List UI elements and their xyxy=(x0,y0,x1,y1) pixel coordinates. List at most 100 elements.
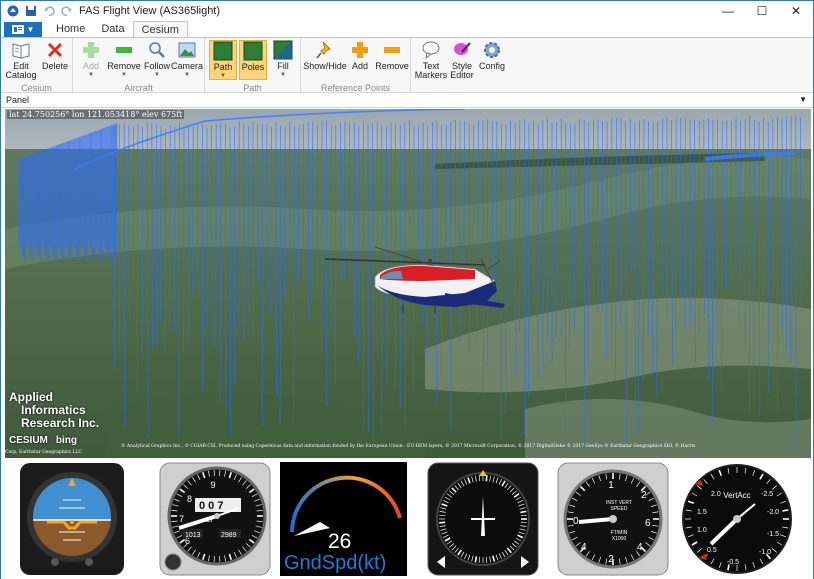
remove-aircraft-button[interactable]: Remove ▼ xyxy=(107,40,141,80)
instrument-panel: 9 8 7 6 0 0 7 ALT 1013 2989 26 GndSpd(kt… xyxy=(1,458,813,579)
ground-speed-label: GndSpd(kt) xyxy=(284,552,387,574)
poles-button[interactable]: Poles xyxy=(239,40,267,80)
group-cesium: Edit Catalog Delete Cesium xyxy=(1,38,73,94)
tab-cesium[interactable]: Cesium xyxy=(132,21,188,37)
svg-text:9: 9 xyxy=(210,480,215,490)
delete-button[interactable]: Delete xyxy=(39,40,71,80)
vsi-units-line-2: X1000 xyxy=(612,536,627,542)
group-label-reference-points: Reference Points xyxy=(320,83,391,93)
undo-icon[interactable] xyxy=(43,5,55,17)
brush-icon xyxy=(454,42,471,55)
remove-reference-button[interactable]: Remove xyxy=(375,40,409,80)
svg-text:2: 2 xyxy=(641,490,647,501)
close-button[interactable]: ✕ xyxy=(779,1,813,21)
gauge-tick xyxy=(520,510,527,514)
add-aircraft-label: Add xyxy=(82,61,99,71)
path-button[interactable]: Path ▼ xyxy=(209,40,237,80)
tab-home[interactable]: Home xyxy=(48,21,93,37)
follow-button[interactable]: Follow ▼ xyxy=(143,40,171,80)
gauge-tick xyxy=(485,475,488,482)
svg-text:-1.0: -1.0 xyxy=(759,549,771,556)
cesium-attribution[interactable]: CESIUM bing xyxy=(9,435,77,446)
fill-label: Fill xyxy=(277,61,289,71)
group-label-path: Path xyxy=(243,83,262,93)
chevron-down-icon: ▼ xyxy=(184,72,190,78)
config-button[interactable]: Config xyxy=(477,40,507,80)
edit-catalog-label-2: Catalog xyxy=(5,70,37,80)
tab-data[interactable]: Data xyxy=(93,21,132,37)
gauge-tick xyxy=(439,521,446,524)
delete-label: Delete xyxy=(41,61,68,71)
vertacc-label: VertAcc xyxy=(723,491,751,500)
altimeter-inhg: 2989 xyxy=(221,532,237,539)
style-editor-label-2: Editor xyxy=(450,70,474,80)
delete-icon xyxy=(47,42,63,58)
svg-text:8: 8 xyxy=(187,494,192,504)
panel-bar: Panel ▼ xyxy=(1,94,813,108)
data-credits-continued: Corp, Earthstar Geographics LLC xyxy=(5,450,82,455)
gauge-tick xyxy=(474,556,478,563)
ground-speed-gauge: 26 GndSpd(kt) xyxy=(280,462,407,576)
config-label: Config xyxy=(478,61,505,71)
style-editor-button[interactable]: Style Editor xyxy=(447,40,477,80)
app-icon xyxy=(7,5,19,17)
coordinates-readout: lat 24.750256° lon 121.053418° elev 675f… xyxy=(7,110,185,119)
group-reference-points: Show/Hide Add Remove Reference Points xyxy=(301,38,411,94)
gear-icon xyxy=(484,42,500,58)
altimeter-gauge: 9 8 7 6 0 0 7 ALT 1013 2989 xyxy=(159,462,271,576)
show-hide-label: Show/Hide xyxy=(303,61,347,71)
panel-dropdown-icon[interactable]: ▼ xyxy=(799,95,807,104)
app-window: FAS Flight View (AS365light) — ☐ ✕ ▼ Hom… xyxy=(0,0,814,579)
altimeter-pressure: 1013 xyxy=(185,532,201,539)
terrain-scene xyxy=(5,109,811,458)
camera-button[interactable]: Camera ▼ xyxy=(171,40,203,80)
vertical-speed-indicator: 1 2 6 4 2 4 0 INST VERT SPEED FT/MIN X10… xyxy=(557,462,669,576)
svg-text:1.0: 1.0 xyxy=(697,527,707,534)
text-markers-label-2: Markers xyxy=(414,70,448,80)
plus-icon xyxy=(83,42,99,58)
chevron-down-icon: ▼ xyxy=(88,72,94,78)
path-label: Path xyxy=(213,62,233,72)
svg-text:2.0: 2.0 xyxy=(711,491,721,498)
gauge-tick xyxy=(782,509,789,512)
poles-icon xyxy=(243,41,263,61)
fill-button[interactable]: Fill ▼ xyxy=(269,40,297,80)
camera-label: Camera xyxy=(171,61,204,71)
magnifier-icon xyxy=(149,42,165,58)
speech-bubble-icon xyxy=(422,41,440,60)
chevron-down-icon: ▼ xyxy=(220,73,226,79)
svg-text:-2.0: -2.0 xyxy=(767,509,779,516)
vertical-acceleration-gauge: VertAcc 2.0 -2.5 1.5 -2.0 1.0 -1.5 0.5 -… xyxy=(682,464,792,574)
svg-text:4: 4 xyxy=(637,542,643,553)
group-aircraft: Add ▼ Remove ▼ Follow ▼ Camera ▼ Aircraf… xyxy=(73,38,205,94)
cesium-logo-text: CESIUM xyxy=(9,435,48,446)
add-aircraft-button[interactable]: Add ▼ xyxy=(77,40,105,80)
svg-text:0 0 7: 0 0 7 xyxy=(199,500,223,512)
svg-text:6: 6 xyxy=(645,518,651,529)
maximize-button[interactable]: ☐ xyxy=(745,1,779,21)
svg-text:0.5: 0.5 xyxy=(707,547,717,554)
chevron-down-icon: ▼ xyxy=(154,72,160,78)
chevron-down-icon: ▼ xyxy=(280,72,286,78)
data-credits: © Analytical Graphics Inc., © CGIAR-CSI,… xyxy=(121,444,696,449)
remove-reference-label: Remove xyxy=(375,61,409,71)
cesium-3d-view[interactable]: lat 24.750256° lon 121.053418° elev 675f… xyxy=(5,109,811,458)
svg-text:-1.5: -1.5 xyxy=(767,531,779,538)
minus-icon xyxy=(116,47,132,53)
svg-text:7: 7 xyxy=(179,514,184,524)
ribbon: Edit Catalog Delete Cesium Add ▼ Remove … xyxy=(1,37,813,94)
save-icon[interactable] xyxy=(25,5,37,17)
app-menu-button[interactable]: ▼ xyxy=(4,22,42,37)
show-hide-button[interactable]: Show/Hide xyxy=(303,40,347,80)
text-markers-button[interactable]: Text Markers xyxy=(415,40,447,80)
svg-text:-2.5: -2.5 xyxy=(761,491,773,498)
picture-icon xyxy=(178,42,196,58)
edit-catalog-button[interactable]: Edit Catalog xyxy=(5,40,37,80)
ground-speed-value: 26 xyxy=(328,530,352,553)
pushpin-icon xyxy=(316,41,331,59)
add-reference-button[interactable]: Add xyxy=(347,40,373,80)
redo-icon[interactable] xyxy=(61,5,73,17)
minus-icon xyxy=(384,47,400,53)
fill-icon xyxy=(273,40,293,60)
minimize-button[interactable]: — xyxy=(711,1,745,21)
